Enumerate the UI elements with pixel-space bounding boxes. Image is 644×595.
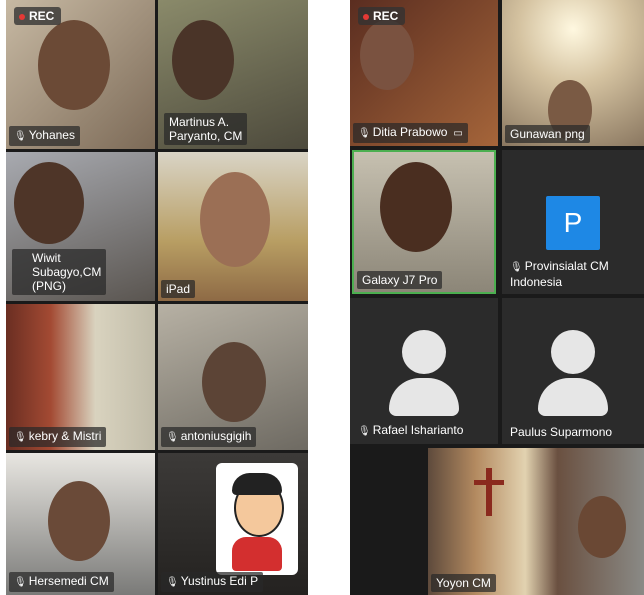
participant-name-label: Wiwit Subagyo,CM (PNG) [12,249,107,295]
video-tile[interactable]: Wiwit Subagyo,CM (PNG) [6,152,155,301]
video-tile-active-speaker[interactable]: Galaxy J7 Pro [352,150,496,294]
participant-name-label: 🎙 Yustinus Edi P [161,572,264,592]
default-avatar-body [538,378,608,416]
participant-name-label: 🎙 Hersemedi CM [9,572,114,592]
video-tile[interactable]: 🎙 antoniusgigih [158,304,308,450]
participant-name-label: 🎙 Ditia Prabowo ▭ [353,123,468,143]
mic-icon: 🎙 [166,432,179,443]
video-tile[interactable]: 🎙 Yustinus Edi P [158,453,308,595]
video-tile[interactable]: 🎙 kebry & Mistri [6,304,155,450]
video-tile[interactable]: REC 🎙 Yohanes [6,0,155,149]
mic-icon: 🎙 [14,131,27,142]
participant-name-label: 🎙 antoniusgigih [161,427,257,447]
participant-face [200,172,270,267]
video-tile[interactable]: 🎙 Rafael Isharianto [350,298,498,444]
mic-icon: 🎙 [510,262,523,273]
video-tile[interactable]: Paulus Suparmono [502,298,644,444]
left-meeting-screen: REC 🎙 Yohanes Martinus A. Paryanto, CM Wi… [6,0,308,595]
participant-name-label: Gunawan png [505,125,590,143]
participant-face [578,496,626,558]
default-avatar-head [551,330,595,374]
participant-name-label: iPad [161,280,196,298]
participant-name-label: 🎙 Yohanes [9,126,80,146]
video-tile[interactable]: 🎙 Hersemedi CM [6,453,155,595]
participant-name-label: Martinus A. Paryanto, CM [164,113,248,145]
cartoon-avatar [216,463,298,575]
participant-face [360,20,414,90]
mic-icon: 🎙 [358,128,371,139]
recording-badge: REC [358,7,406,25]
right-meeting-screen: REC 🎙 Ditia Prabowo ▭ Gunawan png Galaxy J… [350,0,644,595]
default-avatar-body [389,378,459,416]
participant-face [172,20,234,100]
video-tile[interactable]: Yoyon CM [428,448,644,595]
participant-name-label: 🎙 Provinsialat CM Indonesia [510,259,609,289]
altar-cross [486,468,492,516]
video-off-icon: ▭ [453,128,463,139]
participant-name-label: 🎙 kebry & Mistri [9,427,107,447]
video-tile[interactable]: P 🎙 Provinsialat CM Indonesia [502,150,644,294]
altar-cross-bar [474,480,504,485]
participant-name-label: Yoyon CM [431,574,496,592]
participant-face [14,162,84,244]
recording-badge: REC [14,7,62,25]
participant-face [202,342,266,422]
rec-dot-icon [363,13,369,20]
mic-icon: 🎙 [14,577,27,588]
participant-face [38,20,110,110]
participant-name-label: Galaxy J7 Pro [357,271,443,289]
video-tile[interactable]: REC 🎙 Ditia Prabowo ▭ [350,0,498,146]
mic-icon: 🎙 [358,426,371,437]
participant-name-label: Paulus Suparmono [510,425,613,439]
mic-icon: 🎙 [14,432,27,443]
video-tile[interactable]: iPad [158,152,308,301]
participant-face [48,481,110,561]
default-avatar-head [402,330,446,374]
mic-icon: 🎙 [166,577,179,588]
video-tile[interactable]: Martinus A. Paryanto, CM [158,0,308,149]
participant-face [380,162,452,252]
video-tile[interactable]: Gunawan png [502,0,644,146]
participant-initial-avatar: P [546,196,600,250]
rec-dot-icon [19,13,25,20]
participant-name-label: 🎙 Rafael Isharianto [358,423,464,437]
